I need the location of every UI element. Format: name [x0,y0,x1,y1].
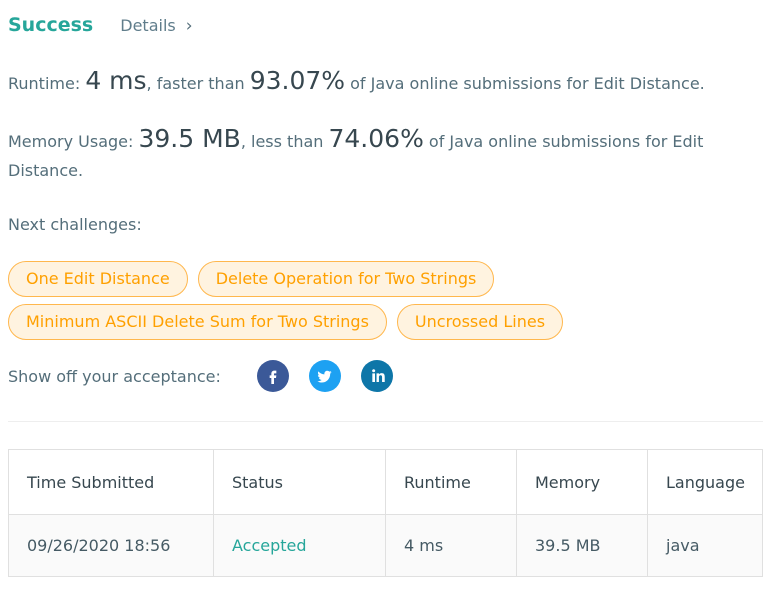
header-time-submitted: Time Submitted [8,449,214,515]
challenge-uncrossed-lines[interactable]: Uncrossed Lines [396,304,564,340]
challenge-row: Minimum ASCII Delete Sum for Two Strings… [8,304,768,340]
submission-table: Time Submitted Status Runtime Memory Lan… [8,449,763,577]
linkedin-icon[interactable] [360,360,393,392]
result-header: Success Details › [8,14,193,42]
linkedin-glyph [372,369,385,382]
share-label: Show off your acceptance: [8,366,221,386]
facebook-icon[interactable] [256,360,289,392]
header-runtime: Runtime [385,449,517,515]
header-language: Language [647,449,763,515]
facebook-glyph [269,370,277,384]
cell-memory: 39.5 MB [516,514,648,577]
cell-status-link[interactable]: Accepted [213,514,386,577]
header-memory: Memory [516,449,648,515]
next-challenges-label: Next challenges: [8,215,142,234]
details-label[interactable]: Details [120,16,175,35]
runtime-prefix: Runtime: [8,74,86,93]
section-divider [8,421,763,422]
runtime-middle: , faster than [146,74,250,93]
challenge-delete-operation[interactable]: Delete Operation for Two Strings [197,261,495,297]
table-header-row: Time Submitted Status Runtime Memory Lan… [8,449,763,515]
chevron-right-icon[interactable]: › [186,16,193,36]
memory-value: 39.5 MB [138,124,241,153]
share-section: Show off your acceptance: [8,360,393,392]
submission-table-grid: Time Submitted Status Runtime Memory Lan… [8,449,763,577]
table-row: 09/26/2020 18:56 Accepted 4 ms 39.5 MB j… [8,514,763,577]
runtime-summary: Runtime: 4 ms, faster than 93.07% of Jav… [8,66,738,98]
cell-runtime: 4 ms [385,514,517,577]
runtime-value: 4 ms [85,66,147,95]
memory-percent: 74.06% [328,124,424,153]
runtime-percent: 93.07% [249,66,346,95]
challenge-minimum-ascii-delete-sum[interactable]: Minimum ASCII Delete Sum for Two Strings [8,304,387,340]
cell-language: java [647,514,763,577]
challenge-row: One Edit Distance Delete Operation for T… [8,261,768,297]
cell-time-submitted: 09/26/2020 18:56 [8,514,214,577]
success-status: Success [8,14,94,36]
runtime-suffix: of Java online submissions for Edit Dist… [345,74,705,93]
header-status: Status [213,449,386,515]
memory-summary: Memory Usage: 39.5 MB, less than 74.06% … [8,124,738,185]
social-buttons [256,360,393,392]
memory-middle: , less than [240,132,329,151]
challenge-one-edit-distance[interactable]: One Edit Distance [8,261,188,297]
twitter-glyph [317,370,332,383]
memory-prefix: Memory Usage: [8,132,139,151]
next-challenges-list: One Edit Distance Delete Operation for T… [8,261,768,347]
details-link[interactable]: Details › [120,16,192,36]
twitter-icon[interactable] [308,360,341,392]
